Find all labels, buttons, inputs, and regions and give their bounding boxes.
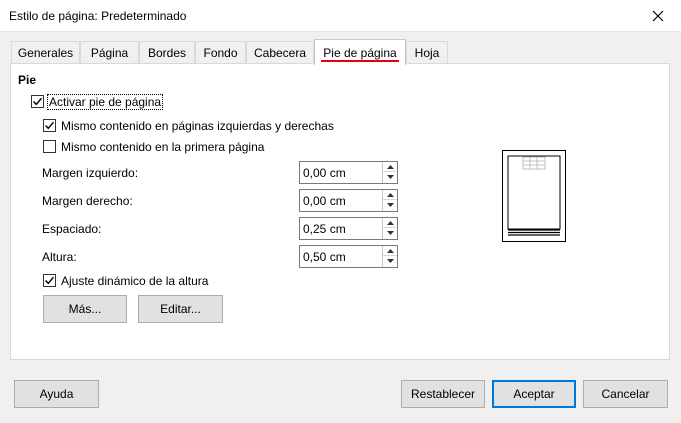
chevron-up-icon	[386, 192, 394, 197]
tab-label: Página	[90, 46, 129, 60]
tab-label: Pie de página	[323, 45, 397, 60]
increment-button[interactable]	[383, 246, 397, 256]
check-icon	[45, 121, 55, 130]
chevron-down-icon	[386, 231, 394, 235]
reset-button-label: Restablecer	[410, 387, 476, 401]
increment-button[interactable]	[383, 162, 397, 172]
height-label: Altura:	[42, 250, 77, 264]
tab-fondo[interactable]: Fondo	[195, 41, 246, 64]
chevron-up-icon	[386, 248, 394, 253]
left-margin-label: Margen izquierdo:	[42, 166, 139, 180]
help-button[interactable]: Ayuda	[14, 380, 99, 408]
tab-panel: Pie Activar pie de página Mismo contenid…	[10, 63, 670, 360]
same-first-page-label[interactable]: Mismo contenido en la primera página	[61, 140, 264, 154]
right-margin-label: Margen derecho:	[42, 194, 133, 208]
decrement-button[interactable]	[383, 228, 397, 238]
right-margin-value: 0,00 cm	[303, 194, 346, 208]
increment-button[interactable]	[383, 190, 397, 200]
close-icon	[652, 10, 664, 21]
title-bar: Estilo de página: Predeterminado	[0, 0, 681, 32]
tab-label: Cabecera	[253, 46, 307, 60]
tab-pagina[interactable]: Página	[80, 41, 139, 64]
help-button-label: Ayuda	[39, 387, 74, 401]
decrement-button[interactable]	[383, 172, 397, 182]
same-left-right-checkbox[interactable]	[43, 119, 56, 132]
tab-label: Generales	[17, 46, 74, 60]
same-first-page-checkbox[interactable]	[43, 140, 56, 153]
left-margin-value: 0,00 cm	[303, 166, 346, 180]
more-button[interactable]: Más...	[43, 295, 127, 323]
window-title: Estilo de página: Predeterminado	[9, 9, 187, 23]
page-preview	[502, 150, 566, 242]
chevron-down-icon	[386, 203, 394, 207]
same-left-right-label[interactable]: Mismo contenido en páginas izquierdas y …	[61, 119, 334, 133]
spacing-label: Espaciado:	[42, 222, 102, 236]
tab-label: Fondo	[203, 46, 238, 60]
ok-button[interactable]: Aceptar	[492, 380, 576, 408]
active-tab-indicator	[321, 60, 399, 62]
dynamic-height-checkbox[interactable]	[43, 274, 56, 287]
decrement-button[interactable]	[383, 256, 397, 266]
reset-button[interactable]: Restablecer	[401, 380, 485, 408]
tab-label: Bordes	[147, 46, 187, 60]
chevron-up-icon	[386, 220, 394, 225]
chevron-down-icon	[386, 259, 394, 263]
right-margin-spinbox[interactable]: 0,00 cm	[299, 189, 398, 212]
tab-cabecera[interactable]: Cabecera	[246, 41, 314, 64]
decrement-button[interactable]	[383, 200, 397, 210]
tab-hoja[interactable]: Hoja	[406, 41, 448, 64]
cancel-button[interactable]: Cancelar	[583, 380, 668, 408]
spacing-value: 0,25 cm	[303, 222, 346, 236]
page-preview-graphic	[507, 155, 561, 236]
chevron-up-icon	[386, 164, 394, 169]
check-icon	[45, 276, 55, 285]
ok-button-label: Aceptar	[513, 387, 555, 401]
height-value: 0,50 cm	[303, 250, 346, 264]
spacing-spinbox[interactable]: 0,25 cm	[299, 217, 398, 240]
height-spinbox[interactable]: 0,50 cm	[299, 245, 398, 268]
section-title: Pie	[18, 73, 37, 87]
chevron-down-icon	[386, 175, 394, 179]
edit-button-label: Editar...	[160, 302, 201, 316]
more-button-label: Más...	[68, 302, 102, 316]
activate-footer-checkbox[interactable]	[31, 95, 44, 108]
tab-pie-de-pagina[interactable]: Pie de página	[314, 39, 406, 65]
tab-label: Hoja	[414, 46, 440, 60]
edit-button[interactable]: Editar...	[138, 295, 223, 323]
tab-bordes[interactable]: Bordes	[139, 41, 195, 64]
tab-generales[interactable]: Generales	[11, 41, 80, 64]
activate-footer-label[interactable]: Activar pie de página	[47, 94, 164, 110]
increment-button[interactable]	[383, 218, 397, 228]
left-margin-spinbox[interactable]: 0,00 cm	[299, 161, 398, 184]
check-icon	[33, 97, 43, 106]
dynamic-height-label[interactable]: Ajuste dinámico de la altura	[61, 274, 208, 288]
close-button[interactable]	[635, 0, 681, 31]
cancel-button-label: Cancelar	[601, 387, 650, 401]
